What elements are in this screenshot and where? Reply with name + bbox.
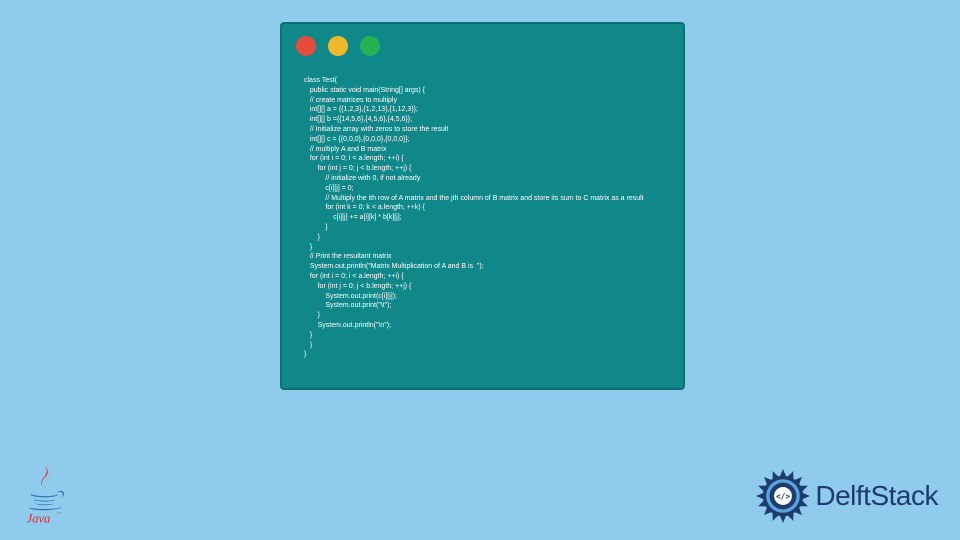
svg-text:™: ™ [57, 512, 62, 518]
java-logo-icon: Java ™ [20, 459, 70, 526]
window-close-icon [296, 36, 316, 56]
delftstack-logo: </> DelftStack [755, 468, 938, 524]
delftstack-label: DelftStack [815, 480, 938, 512]
svg-text:Java: Java [27, 512, 51, 526]
svg-text:</>: </> [776, 492, 790, 501]
code-block: class Test{ public static void main(Stri… [304, 76, 661, 372]
window-zoom-icon [360, 36, 380, 56]
delftstack-badge-icon: </> [755, 468, 811, 524]
traffic-lights [296, 36, 380, 56]
code-window: class Test{ public static void main(Stri… [280, 22, 685, 390]
window-minimize-icon [328, 36, 348, 56]
